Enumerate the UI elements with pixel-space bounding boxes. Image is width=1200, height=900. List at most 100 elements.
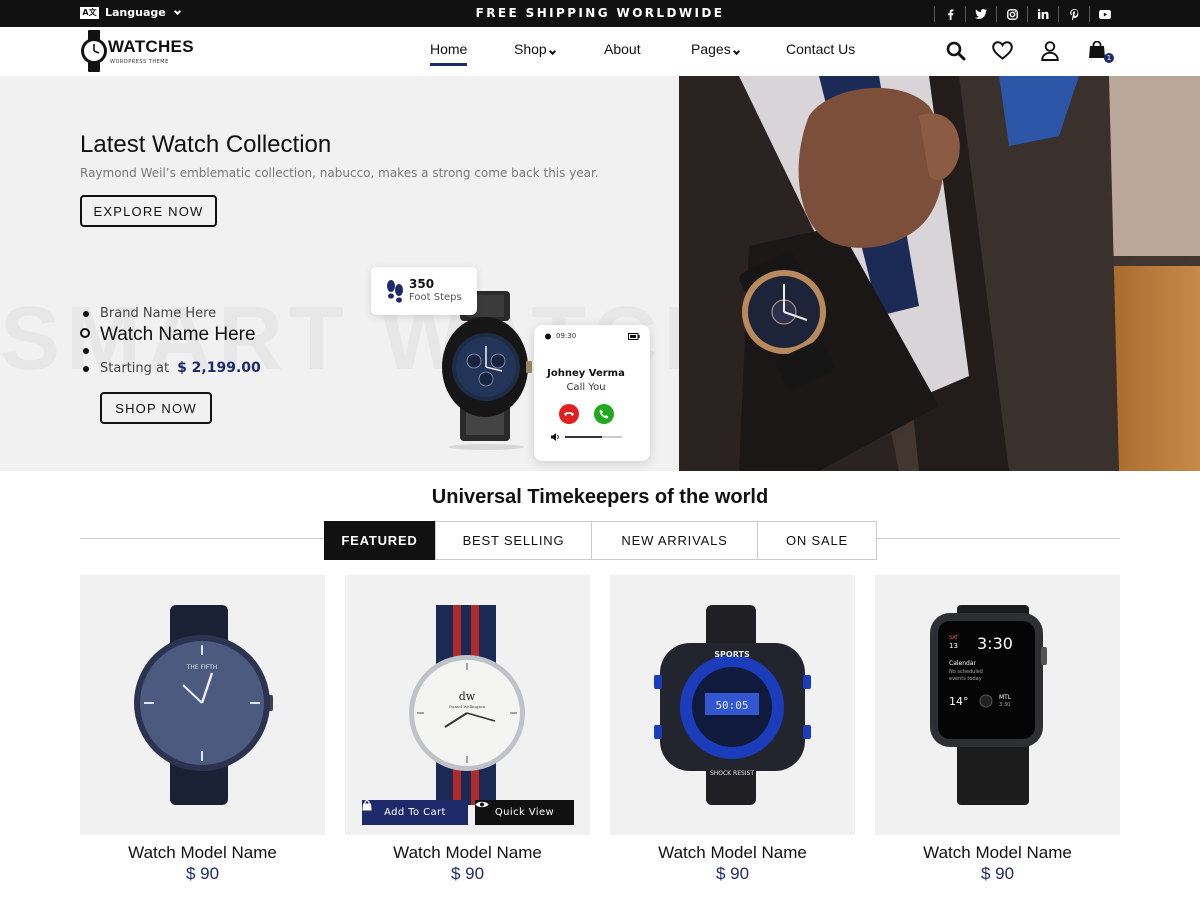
youtube-icon[interactable] — [1089, 6, 1120, 22]
phone-hangup-icon — [564, 412, 574, 416]
steps-count: 350 — [409, 277, 435, 291]
phone-icon — [599, 409, 609, 419]
pinterest-icon[interactable] — [1058, 6, 1089, 22]
bag-icon[interactable]: 1 — [1073, 41, 1120, 63]
product-price: $ 90 — [185, 864, 220, 883]
watch-time-text: 3:30 — [977, 634, 1013, 653]
smartwatch-image: SAT 13 3:30 Calendar No scheduled events… — [930, 605, 1047, 805]
product-card[interactable]: THE FIFTH Watch Model Name $ 90 — [80, 575, 325, 895]
logo-text: WATCHES — [108, 37, 194, 56]
product-card[interactable]: SAT 13 3:30 Calendar No scheduled events… — [875, 575, 1120, 895]
product-name[interactable]: Watch Model Name — [345, 843, 590, 863]
nato-strap-watch-image: dw Daniel Wellington — [409, 605, 525, 805]
steps-label: Foot Steps — [409, 292, 462, 303]
add-to-cart-button[interactable]: Add To Cart — [362, 800, 468, 825]
quick-view-button[interactable]: Quick View — [475, 800, 574, 825]
shop-now-button[interactable]: SHOP NOW — [100, 392, 212, 424]
cart-count-badge: 1 — [1104, 53, 1114, 63]
slider-dot[interactable] — [83, 311, 89, 317]
product-name[interactable]: Watch Model Name — [875, 843, 1120, 863]
man-wearing-watch-image — [679, 76, 1200, 471]
hero-subtitle: Raymond Weil’s emblematic collection, na… — [80, 166, 599, 180]
heart-icon[interactable] — [979, 41, 1026, 63]
product-card[interactable]: dw Daniel Wellington Add To Cart Quick V… — [345, 575, 590, 895]
product-card[interactable]: 50:05 SPORTS SHOCK RESIST Watch Model Na… — [610, 575, 855, 895]
watch-brand-text: SPORTS — [714, 650, 750, 659]
hero-price: $ 2,199.00 — [177, 360, 261, 376]
nav-pages-label: Pages — [691, 41, 731, 57]
nav-shop-label: Shop — [514, 41, 547, 57]
site-logo[interactable]: WATCHES WORDPRESS THEME — [80, 30, 194, 72]
product-image[interactable]: dw Daniel Wellington Add To Cart Quick V… — [345, 575, 590, 835]
starting-price: Starting at $ 2,199.00 — [100, 360, 261, 376]
product-tabs: FEATURED BEST SELLING NEW ARRIVALS ON SA… — [324, 521, 877, 560]
twitter-icon[interactable] — [965, 6, 996, 22]
watch-dial-subtext: Daniel Wellington — [449, 704, 486, 709]
nav-pages[interactable]: Pages — [691, 41, 740, 57]
watch-date-text: 13 — [949, 642, 958, 650]
watch-day-text: SAT — [949, 635, 959, 641]
nav-home[interactable]: Home — [430, 41, 468, 66]
product-image[interactable]: 50:05 SPORTS SHOCK RESIST — [610, 575, 855, 835]
starting-label: Starting at — [100, 361, 170, 376]
nav-shop[interactable]: Shop — [514, 41, 556, 57]
incoming-call-card: 09:30 Johney Verma Call You — [534, 325, 650, 461]
volume-slider[interactable] — [565, 436, 622, 438]
quick-view-label: Quick View — [494, 807, 555, 818]
smart-watch-image — [442, 291, 532, 450]
chevron-down-icon — [548, 47, 556, 56]
watch-temp-text: 14° — [949, 695, 969, 708]
nav-contact[interactable]: Contact Us — [786, 41, 855, 57]
watch-city-time-text: 3:30 — [999, 702, 1010, 708]
tab-new-arrivals[interactable]: NEW ARRIVALS — [591, 522, 757, 559]
logo-subtext: WORDPRESS THEME — [110, 59, 169, 65]
header-icons: 1 — [932, 41, 1120, 63]
slider-dot[interactable] — [83, 348, 89, 354]
watch-bezel-text: SHOCK RESIST — [710, 770, 754, 777]
hero-photo — [679, 76, 1200, 471]
product-price: $ 90 — [715, 864, 750, 883]
decline-call-button[interactable] — [559, 404, 579, 424]
watch-name: Watch Name Here — [100, 324, 256, 345]
linkedin-icon[interactable] — [1027, 6, 1058, 22]
hero-banner: SMART WATCH Latest Watch Collection Raym… — [0, 76, 680, 471]
tab-best-selling[interactable]: BEST SELLING — [435, 522, 591, 559]
watch-calendar-subtext: events today — [949, 676, 982, 682]
product-name[interactable]: Watch Model Name — [610, 843, 855, 863]
battery-icon — [628, 333, 640, 340]
brand-name: Brand Name Here — [100, 306, 217, 321]
user-icon[interactable] — [1026, 41, 1073, 63]
watch-dial-text: dw — [459, 690, 476, 703]
nav-about[interactable]: About — [604, 41, 641, 57]
tab-on-sale[interactable]: ON SALE — [757, 522, 876, 559]
bag-icon — [362, 800, 372, 811]
site-header: WATCHES WORDPRESS THEME Home Shop About … — [0, 27, 1200, 76]
blue-analog-watch-image: THE FIFTH — [134, 605, 273, 805]
product-name[interactable]: Watch Model Name — [80, 843, 325, 863]
tab-featured[interactable]: FEATURED — [324, 521, 435, 560]
top-bar: A文 Language FREE SHIPPING WORLDWIDE — [0, 0, 1200, 27]
slider-dot[interactable] — [83, 366, 89, 372]
explore-now-button[interactable]: EXPLORE NOW — [80, 195, 217, 227]
sports-digital-watch-image: 50:05 SPORTS SHOCK RESIST — [654, 605, 811, 805]
product-image[interactable]: SAT 13 3:30 Calendar No scheduled events… — [875, 575, 1120, 835]
phone-status-icon — [545, 333, 551, 340]
caller-name: Johney Verma — [547, 368, 625, 379]
instagram-icon[interactable] — [996, 6, 1027, 22]
section-title: Universal Timekeepers of the world — [431, 486, 769, 508]
watch-logo-icon — [81, 30, 107, 72]
caller-status: Call You — [566, 382, 606, 393]
watch-city-text: MTL — [999, 694, 1012, 701]
facebook-icon[interactable] — [934, 6, 965, 22]
product-price: $ 90 — [980, 864, 1015, 883]
digital-display-text: 50:05 — [715, 699, 748, 712]
watch-calendar-subtext: No scheduled — [949, 669, 983, 675]
slider-dot-active[interactable] — [80, 328, 90, 338]
steps-card: 350 Foot Steps — [371, 267, 477, 315]
product-image[interactable]: THE FIFTH — [80, 575, 325, 835]
watch-dial-text: THE FIFTH — [186, 664, 218, 671]
footsteps-icon — [387, 280, 403, 303]
search-icon[interactable] — [932, 41, 979, 63]
watch-calendar-text: Calendar — [949, 660, 977, 667]
accept-call-button[interactable] — [594, 404, 614, 424]
